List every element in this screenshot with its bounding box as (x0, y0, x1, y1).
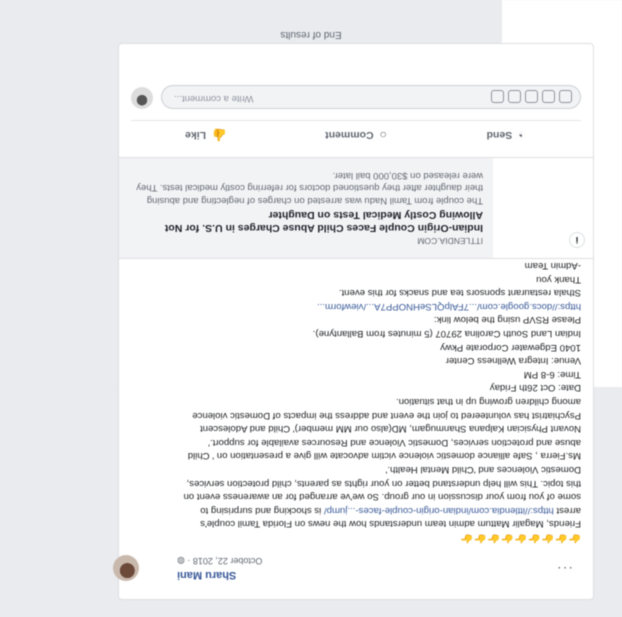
emoji-icon[interactable] (508, 90, 521, 103)
post-line: Time: 6-8 PM (523, 368, 581, 380)
like-label: Like (185, 129, 207, 141)
gif-icon[interactable] (542, 90, 555, 103)
post-line: among children growing up in that situat… (395, 396, 581, 408)
post-line: Sthala restaurant sponsors tea and snack… (338, 287, 581, 299)
post-line: arrest https://ittlendia.com/indian-orig… (131, 503, 581, 517)
post-line: Indian Land South Carolina 29707 (5 minu… (312, 328, 581, 340)
link-preview-title[interactable]: Indian-Origin Couple Faces Child Abuse C… (129, 208, 483, 234)
comment-button[interactable]: ○ Comment (281, 128, 431, 142)
post-line: Domestic Violences and 'Child Mental Hea… (385, 464, 581, 476)
end-of-results: End of results (280, 29, 342, 40)
post-header: ··· Sharu Mani October 22, 2018 · ◍ (113, 549, 583, 591)
post-line: Friends, Magalir Mattum admin team under… (200, 518, 581, 530)
post-line: https://docs.google.com/...7FAlpQLSeHNOP… (131, 299, 581, 313)
link-preview[interactable]: i ITTLENDIA.COM Indian-Origin Couple Fac… (119, 157, 593, 259)
post-text: arrest (553, 504, 581, 516)
comment-input[interactable]: Write a comment... (161, 85, 581, 109)
scene: ··· Sharu Mani October 22, 2018 · ◍ 👉👉👉👉… (0, 0, 622, 617)
post-body: 👉👉👉👉👉👉👉👉👉 Friends, Magalir Mattum admin t… (131, 245, 581, 544)
sticker-icon[interactable] (559, 90, 572, 103)
post-line: abuse and protection services, Domestic … (208, 436, 581, 448)
attachment-icon[interactable] (491, 90, 504, 103)
author-avatar[interactable] (113, 555, 139, 581)
post-line: Date: Oct 26th Friday (489, 382, 581, 394)
thumbs-up-icon: 👍 (212, 128, 227, 142)
rsvp-link[interactable]: https://docs.google.com/...7FAlpQLSeHNOP… (317, 301, 581, 312)
send-label: Send (486, 129, 513, 141)
post-line: Please RSVP using the below link: (433, 314, 581, 326)
comment-composer: Write a comment... (131, 81, 581, 113)
comment-placeholder: Write a comment... (174, 93, 254, 104)
link-preview-description: The couple from Tamil Nadu was arrested … (136, 170, 483, 206)
post-line: 1040 Edgewater Corporate Pkwy (440, 341, 581, 353)
commenter-avatar[interactable] (131, 87, 153, 109)
post-date[interactable]: October 22, 2018 · ◍ (177, 555, 262, 566)
post-line: Psychiatrist has volunteered to join the… (192, 409, 581, 421)
comment-tools (491, 90, 572, 103)
post-actions: ◔ Send ○ Comment 👍 Like (131, 120, 581, 149)
messenger-icon: ◔ (518, 128, 526, 142)
link-preview-text: ITTLENDIA.COM Indian-Origin Couple Faces… (129, 169, 483, 246)
post-line: some of you from your discussion in our … (183, 491, 581, 503)
post-card: ··· Sharu Mani October 22, 2018 · ◍ 👉👉👉👉… (113, 43, 594, 600)
article-link[interactable]: https://ittlendia.com/indian-origin-coup… (324, 505, 554, 516)
camera-icon[interactable] (525, 90, 538, 103)
speech-bubble-icon: ○ (379, 128, 387, 142)
post-line: Venue: Integra Wellness Center (445, 355, 581, 367)
more-options-button[interactable]: ··· (556, 561, 573, 577)
send-button[interactable]: ◔ Send (431, 128, 581, 142)
post-line: -Admin Team (524, 260, 581, 272)
post-line: this topic. This will help understand be… (186, 477, 581, 489)
info-icon[interactable]: i (569, 232, 585, 248)
post-line: Novant Physician Kalpana Shanmugam, MD(a… (200, 423, 581, 435)
post-text: is shocking and surprising to (200, 504, 324, 516)
comment-label: Comment (325, 129, 374, 141)
post-line: Ms.Fierra , Safe alliance domestic viole… (187, 450, 581, 462)
author-name[interactable]: Sharu Mani (177, 569, 236, 581)
link-preview-thumbnail[interactable]: i (493, 158, 593, 258)
post-line: Thank you (536, 273, 581, 285)
link-preview-domain: ITTLENDIA.COM (417, 236, 483, 246)
emoji-row: 👉👉👉👉👉👉👉👉👉 (459, 532, 581, 543)
like-button[interactable]: 👍 Like (131, 128, 281, 142)
